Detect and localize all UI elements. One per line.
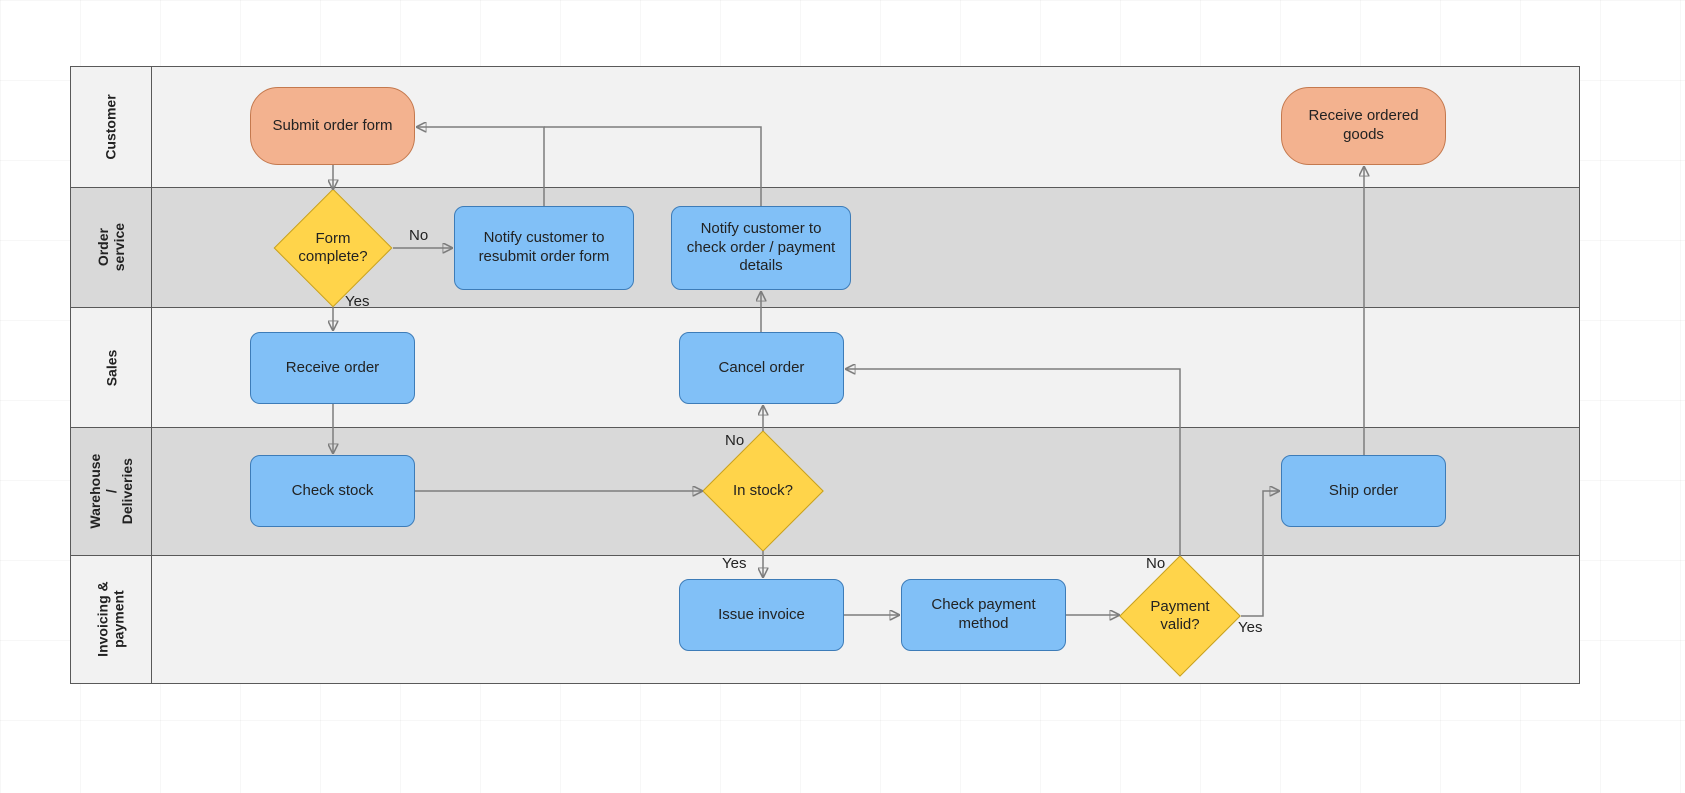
- swimlane-pool: Customer Order service Sales Warehouse /…: [70, 66, 1580, 684]
- node-notify-resubmit[interactable]: Notify customer to resubmit order form: [454, 206, 634, 290]
- label-form-complete-no: No: [407, 227, 430, 244]
- node-form-complete[interactable]: Form complete?: [291, 206, 375, 290]
- node-notify-check[interactable]: Notify customer to check order / payment…: [671, 206, 851, 290]
- lane-body-invoicing: [152, 556, 1579, 683]
- lane-header-warehouse: Warehouse / Deliveries: [71, 428, 152, 555]
- node-issue-invoice[interactable]: Issue invoice: [679, 579, 844, 651]
- lane-header-order-service: Order service: [71, 188, 152, 307]
- label-in-stock-no: No: [723, 432, 746, 449]
- node-check-payment[interactable]: Check payment method: [901, 579, 1066, 651]
- node-in-stock[interactable]: In stock?: [720, 448, 806, 534]
- label-payment-valid-yes: Yes: [1236, 619, 1264, 636]
- node-check-stock[interactable]: Check stock: [250, 455, 415, 527]
- lane-header-invoicing: Invoicing & payment: [71, 556, 152, 683]
- lane-header-customer: Customer: [71, 67, 152, 187]
- node-receive-order[interactable]: Receive order: [250, 332, 415, 404]
- label-in-stock-yes: Yes: [720, 555, 748, 572]
- label-form-complete-yes: Yes: [343, 293, 371, 310]
- node-receive-goods[interactable]: Receive ordered goods: [1281, 87, 1446, 165]
- lane-header-sales: Sales: [71, 308, 152, 427]
- node-cancel-order[interactable]: Cancel order: [679, 332, 844, 404]
- node-submit-order-form[interactable]: Submit order form: [250, 87, 415, 165]
- diagram-canvas: Customer Order service Sales Warehouse /…: [0, 0, 1685, 793]
- node-payment-valid[interactable]: Payment valid?: [1137, 573, 1223, 659]
- node-ship-order[interactable]: Ship order: [1281, 455, 1446, 527]
- label-payment-valid-no: No: [1144, 555, 1167, 572]
